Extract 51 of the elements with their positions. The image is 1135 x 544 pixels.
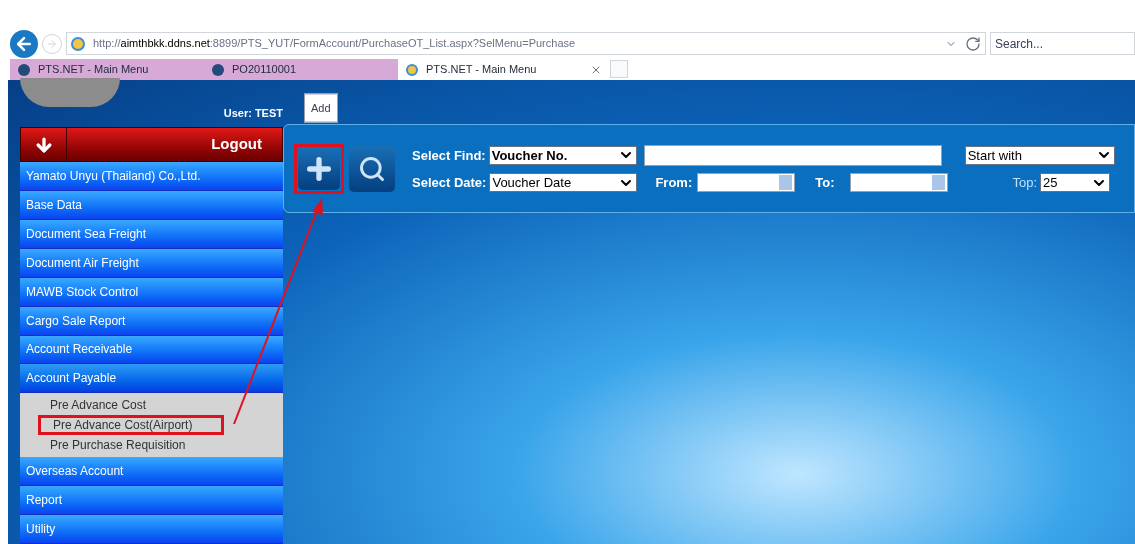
menu-item[interactable]: Base Data [20,191,283,220]
search-button[interactable] [349,145,395,192]
menu-item[interactable]: Cargo Sale Report [20,306,283,336]
menu-item[interactable]: Overseas Account [20,457,283,487]
address-bar[interactable]: http://aimthbkk.ddns.net:8899/PTS_YUT/FormAccount/PurchaseOT_List.aspx?SelMenu=Purchase [66,32,986,55]
date-label: Select Date: [412,173,487,192]
top-dropdown[interactable]: 25 [1040,173,1111,192]
tab-title: PO20110001 [232,62,298,78]
back-button[interactable] [10,29,38,58]
new-tab-button[interactable] [610,60,628,78]
user-label: User: TEST [223,105,283,121]
menu-item[interactable]: Report [20,486,283,516]
menu-item[interactable]: Account Receivable [20,335,283,365]
top-label: Top: [1012,173,1038,192]
to-date-field[interactable] [849,173,948,192]
browser-tab[interactable]: PTS.NET - Main Menu [10,59,204,80]
app-icon [212,63,224,76]
find-dropdown[interactable]: Voucher No. [488,145,637,165]
browser-e-icon [71,36,85,51]
search-icon [358,154,386,183]
menu-item[interactable]: Utility [20,515,283,544]
forward-arrow-icon [46,37,58,50]
from-date-field[interactable] [697,173,796,192]
logout-label: Logout [210,134,263,155]
tooltip: Add [304,93,338,122]
submenu-item[interactable]: Pre Purchase Requisition [38,435,224,456]
calendar-button[interactable] [779,175,793,190]
find-label: Select Find: [412,146,486,165]
to-label: To: [815,173,835,192]
add-button[interactable] [294,143,344,194]
from-label: From: [655,173,693,192]
tab-title: PTS.NET - Main Menu [38,62,150,78]
logout-bar[interactable]: Logout [20,127,283,163]
calendar-button[interactable] [931,175,945,190]
tab-title: PTS.NET - Main Menu [426,62,538,78]
menu-item[interactable]: Account Payable [20,364,283,394]
match-dropdown[interactable]: Start with [964,145,1115,165]
submenu-item[interactable]: Pre Advance Cost(Airport) [38,415,224,436]
search-field[interactable]: Search... [990,32,1135,55]
submenu-item[interactable]: Pre Advance Cost [38,395,224,416]
menu-item[interactable]: Document Air Freight [20,248,283,278]
menu-item[interactable]: MAWB Stock Control [20,277,283,307]
url-text: http://aimthbkk.ddns.net:8899/PTS_YUT/FormAccount/PurchaseOT_List.aspx?SelMenu=Purchase [93,36,576,52]
date-dropdown[interactable]: Voucher Date [489,173,638,192]
menu-item[interactable]: Document Sea Freight [20,219,283,249]
menu-item[interactable]: Yamato Unyu (Thailand) Co.,Ltd. [20,162,283,191]
app-icon [18,63,30,76]
refresh-icon[interactable] [965,35,981,52]
find-text-field[interactable] [643,144,942,166]
browser-e-icon [406,63,418,76]
browser-tab[interactable]: PO20110001 [204,59,398,80]
